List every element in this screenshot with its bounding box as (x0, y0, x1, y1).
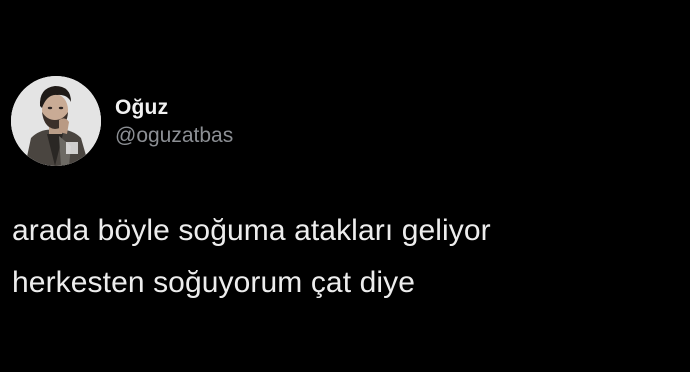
tweet-text-line: arada böyle soğuma atakları geliyor (12, 214, 491, 247)
author-handle[interactable]: @oguzatbas (115, 123, 233, 149)
avatar-image (11, 76, 101, 166)
avatar[interactable] (11, 76, 101, 166)
tweet-header: Oğuz @oguzatbas (11, 76, 233, 166)
tweet-body: arada böyle soğuma atakları geliyor herk… (12, 205, 672, 309)
author-display-name[interactable]: Oğuz (115, 95, 233, 121)
tweet-card: Oğuz @oguzatbas arada böyle soğuma atakl… (0, 0, 690, 372)
tweet-text-line: herkesten soğuyorum çat diye (12, 266, 416, 299)
author-names: Oğuz @oguzatbas (115, 93, 233, 149)
